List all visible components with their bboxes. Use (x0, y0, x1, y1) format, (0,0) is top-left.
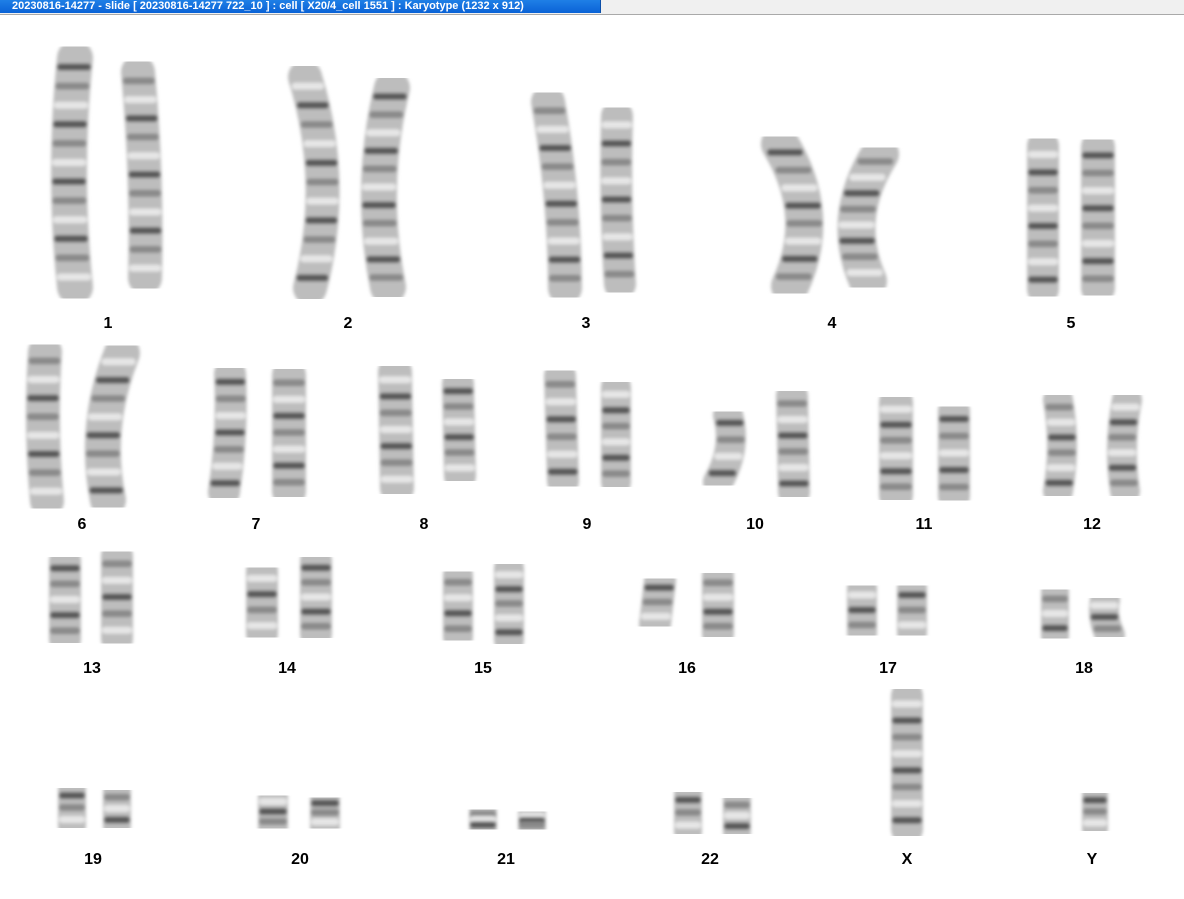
chromosome-label-4: 4 (827, 315, 837, 332)
chromosome-y[interactable] (1081, 782, 1108, 842)
chromosome-17b[interactable] (897, 573, 927, 648)
chromosome-label-7: 7 (251, 516, 261, 533)
chromosome-20a[interactable] (258, 782, 288, 842)
chromosome-x[interactable] (890, 680, 924, 845)
chromosome-15b[interactable] (494, 553, 525, 655)
chromosome-label-17: 17 (879, 660, 897, 677)
chromosome-5a[interactable] (1026, 130, 1060, 305)
chromosome-15a[interactable] (442, 560, 473, 652)
chromosome-4b[interactable] (837, 135, 899, 300)
window-chrome: 20230816-14277 - slide [ 20230816-14277 … (0, 0, 1184, 15)
chromosome-2a[interactable] (288, 60, 340, 305)
chromosome-3b[interactable] (600, 100, 636, 300)
chromosome-21b[interactable] (518, 800, 546, 842)
chromosome-label-y: Y (1086, 851, 1098, 868)
karyogram: 1 2 3 4 5 6 7 8 9 10 11 12 13 14 15 16 1… (0, 15, 1184, 899)
chromosome-label-10: 10 (746, 516, 764, 533)
chromosome-17a[interactable] (847, 573, 877, 648)
chromosome-label-13: 13 (83, 660, 101, 677)
chromosome-8b[interactable] (442, 368, 476, 492)
chromosome-13a[interactable] (48, 545, 81, 655)
chromosome-22a[interactable] (674, 780, 703, 846)
window-title: 20230816-14277 - slide [ 20230816-14277 … (12, 0, 524, 12)
chromosome-4a[interactable] (761, 125, 824, 305)
chromosome-9b[interactable] (600, 372, 632, 497)
chromosome-9a[interactable] (544, 360, 579, 497)
chromosome-10a[interactable] (703, 400, 746, 497)
chromosome-label-14: 14 (278, 660, 296, 677)
chromosome-10b[interactable] (776, 380, 810, 508)
chromosome-19a[interactable] (58, 776, 86, 840)
chromosome-label-11: 11 (915, 516, 933, 533)
chromosome-label-20: 20 (291, 851, 309, 868)
chromosome-11b[interactable] (937, 395, 971, 512)
chromosome-6a[interactable] (25, 335, 64, 518)
chromosome-label-1: 1 (103, 315, 113, 332)
chromosome-7b[interactable] (271, 358, 306, 508)
chromosome-19b[interactable] (103, 778, 131, 840)
chromosome-12b[interactable] (1106, 385, 1142, 506)
chromosome-label-6: 6 (77, 516, 87, 533)
chromosome-label-3: 3 (581, 315, 591, 332)
chromosome-11a[interactable] (878, 385, 914, 512)
chromosome-16a[interactable] (639, 565, 676, 640)
chromosome-14b[interactable] (300, 545, 333, 650)
chromosome-label-8: 8 (419, 516, 429, 533)
chromosome-7a[interactable] (208, 358, 247, 508)
chromosome-2b[interactable] (360, 70, 410, 305)
chromosome-12a[interactable] (1043, 385, 1077, 506)
chromosome-22b[interactable] (723, 786, 751, 846)
chromosome-21a[interactable] (469, 798, 498, 842)
chromosome-label-2: 2 (343, 315, 353, 332)
chromosome-label-16: 16 (678, 660, 696, 677)
chromosome-6b[interactable] (84, 335, 140, 518)
chromosome-1a[interactable] (51, 40, 93, 305)
window-title-bar[interactable]: 20230816-14277 - slide [ 20230816-14277 … (0, 0, 601, 13)
chromosome-label-22: 22 (701, 851, 719, 868)
chromosome-label-19: 19 (84, 851, 102, 868)
chromosome-20b[interactable] (309, 784, 340, 842)
chromosome-1b[interactable] (121, 55, 163, 295)
chromosome-label-18: 18 (1075, 660, 1093, 677)
chromosome-label-21: 21 (497, 851, 515, 868)
chromosome-8a[interactable] (378, 355, 414, 505)
chromosome-label-12: 12 (1083, 516, 1101, 533)
chromosome-label-9: 9 (582, 516, 592, 533)
chromosome-16b[interactable] (702, 560, 734, 650)
chromosome-5b[interactable] (1080, 130, 1116, 305)
chromosome-images (25, 40, 1142, 846)
chromosome-label-x: X (901, 851, 913, 868)
chromosome-18a[interactable] (1040, 578, 1069, 650)
chromosome-14a[interactable] (246, 555, 278, 650)
chromosome-18b[interactable] (1089, 585, 1125, 650)
chromosome-label-15: 15 (474, 660, 492, 677)
chromosome-label-5: 5 (1066, 315, 1076, 332)
chromosome-13b[interactable] (100, 540, 134, 655)
chromosome-3a[interactable] (531, 85, 582, 305)
